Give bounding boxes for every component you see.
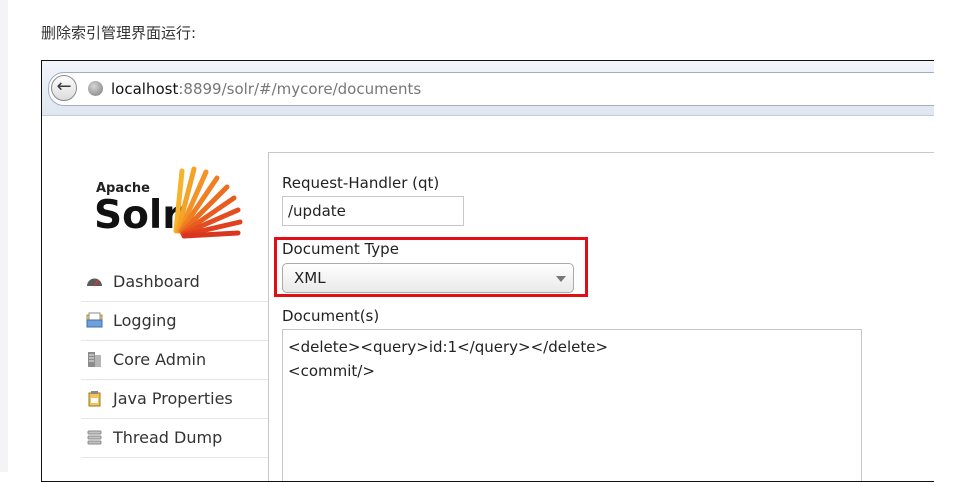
sidebar-item-core-admin[interactable]: Core Admin — [81, 341, 268, 380]
dashboard-icon — [87, 278, 102, 287]
sidebar-item-thread-dump[interactable]: Thread Dump — [81, 419, 268, 458]
sidebar-item-label: Thread Dump — [113, 428, 223, 447]
sidebar-item-label: Logging — [113, 311, 177, 330]
documents-line: <delete><query>id:1</query></delete> — [288, 338, 609, 356]
browser-toolbar: ← localhost:8899/solr/#/mycore/documents — [42, 61, 934, 116]
thread-dump-icon — [87, 430, 102, 445]
address-bar[interactable]: ← localhost:8899/solr/#/mycore/documents — [48, 72, 934, 106]
chevron-down-icon — [556, 276, 566, 282]
sidebar-item-dashboard[interactable]: Dashboard — [81, 263, 268, 302]
page-caption: 删除索引管理界面运行: — [41, 24, 197, 42]
core-admin-icon — [88, 352, 101, 367]
back-arrow-icon[interactable]: ← — [51, 75, 77, 101]
request-handler-label: Request-Handler (qt) — [282, 174, 440, 192]
sidebar-item-label: Dashboard — [113, 272, 200, 291]
sidebar-nav: Dashboard Logging Core Admin Java Proper… — [81, 263, 268, 458]
sidebar-item-java-properties[interactable]: Java Properties — [81, 380, 268, 419]
documents-panel: Request-Handler (qt) /update Document Ty… — [268, 152, 934, 481]
documents-label: Document(s) — [282, 307, 380, 325]
sidebar-item-label: Java Properties — [113, 389, 233, 408]
request-handler-input[interactable]: /update — [282, 196, 464, 226]
java-properties-icon — [88, 391, 101, 407]
screenshot-frame: ← localhost:8899/solr/#/mycore/documents… — [41, 60, 934, 482]
document-type-value: XML — [294, 269, 326, 287]
url-text[interactable]: localhost:8899/solr/#/mycore/documents — [111, 80, 421, 98]
logging-icon — [86, 312, 103, 328]
documents-textarea[interactable]: <delete><query>id:1</query></delete> <co… — [282, 329, 862, 481]
url-path: :8899/solr/#/mycore/documents — [178, 80, 422, 98]
url-host: localhost — [111, 80, 179, 98]
sidebar-item-logging[interactable]: Logging — [81, 302, 268, 341]
documents-line: <commit/> — [288, 362, 375, 380]
document-type-select[interactable]: XML — [282, 263, 574, 293]
solr-logo[interactable]: Apache Solr — [94, 163, 246, 243]
sunburst-icon — [173, 166, 243, 239]
page-left-rail — [0, 0, 8, 472]
document-type-label: Document Type — [282, 240, 399, 258]
sidebar-item-label: Core Admin — [113, 350, 207, 369]
globe-icon — [88, 81, 103, 96]
